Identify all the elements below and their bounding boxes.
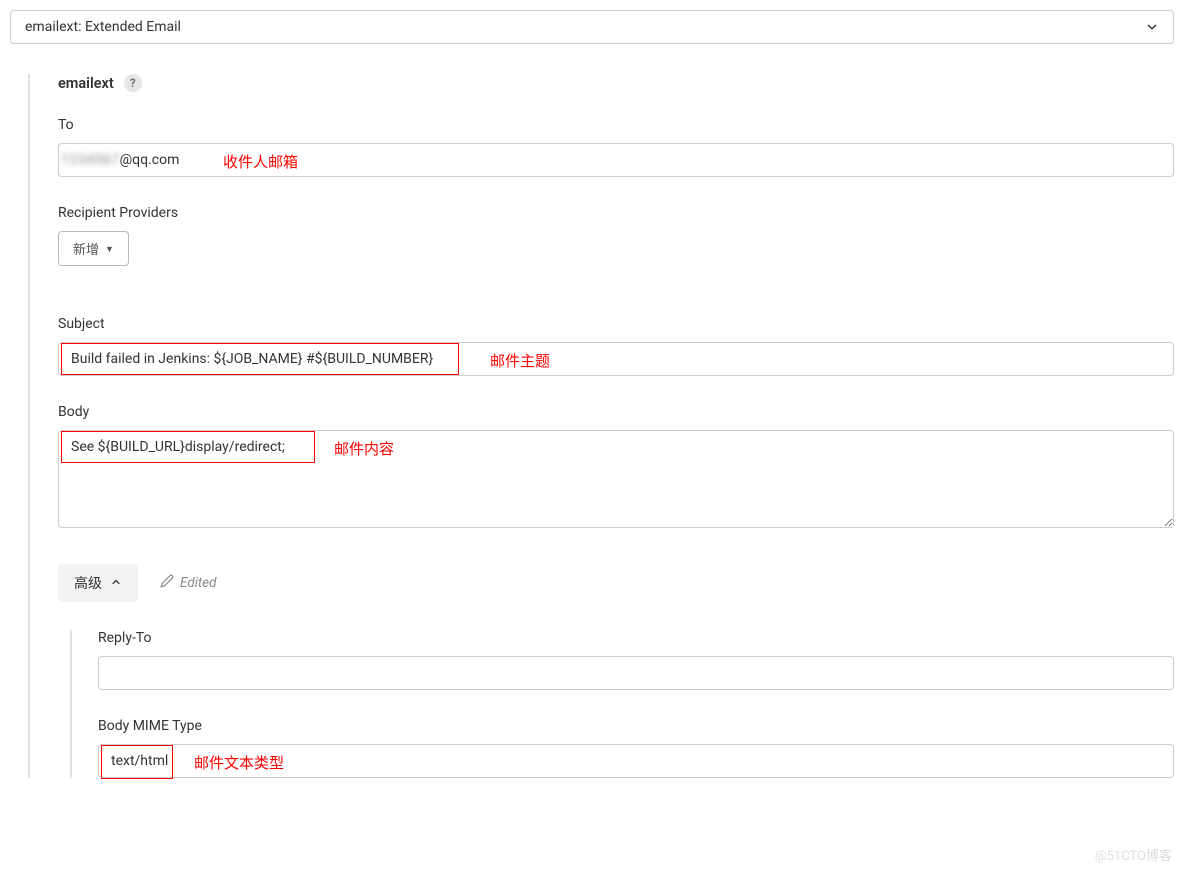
section-name: emailext	[58, 75, 114, 92]
to-suffix: @qq.com	[120, 152, 180, 168]
field-body: Body 邮件内容	[58, 404, 1174, 532]
advanced-row: 高级 Edited	[58, 564, 1174, 602]
to-input[interactable]: 1234567@qq.com	[58, 143, 1174, 177]
to-prefix-blurred: 1234567	[61, 152, 120, 168]
to-label: To	[58, 117, 1174, 133]
field-recipient-providers: Recipient Providers 新增 ▼	[58, 205, 1174, 266]
caret-down-icon: ▼	[105, 244, 114, 254]
mime-type-input[interactable]	[98, 744, 1174, 778]
chevron-up-icon	[110, 576, 122, 591]
recipient-providers-label: Recipient Providers	[58, 205, 1174, 221]
advanced-toggle-button[interactable]: 高级	[58, 564, 138, 602]
step-dropdown-label: emailext: Extended Email	[25, 19, 181, 35]
step-dropdown[interactable]: emailext: Extended Email	[10, 10, 1174, 44]
add-button-label: 新增	[73, 239, 99, 258]
field-reply-to: Reply-To	[98, 630, 1174, 690]
field-mime-type: Body MIME Type 邮件文本类型	[98, 718, 1174, 778]
body-label: Body	[58, 404, 1174, 420]
subject-input[interactable]	[58, 342, 1174, 376]
body-input[interactable]	[58, 430, 1174, 528]
subject-label: Subject	[58, 316, 1174, 332]
edited-text: Edited	[180, 575, 217, 591]
field-to: To 1234567@qq.com 收件人邮箱	[58, 117, 1174, 177]
field-subject: Subject 邮件主题	[58, 316, 1174, 376]
add-recipient-button[interactable]: 新增 ▼	[58, 231, 129, 266]
mime-type-label: Body MIME Type	[98, 718, 1174, 734]
reply-to-input[interactable]	[98, 656, 1174, 690]
chevron-down-icon	[1145, 20, 1159, 34]
advanced-container: Reply-To Body MIME Type 邮件文本类型	[70, 630, 1174, 778]
edited-indicator: Edited	[160, 574, 217, 592]
pencil-icon	[160, 574, 174, 592]
help-icon[interactable]: ?	[124, 74, 142, 92]
section-title: emailext ?	[58, 74, 1174, 92]
form-container: emailext ? To 1234567@qq.com 收件人邮箱 Recip…	[28, 74, 1174, 778]
watermark: @51CTO博客	[1095, 845, 1172, 864]
reply-to-label: Reply-To	[98, 630, 1174, 646]
advanced-label: 高级	[74, 573, 102, 593]
